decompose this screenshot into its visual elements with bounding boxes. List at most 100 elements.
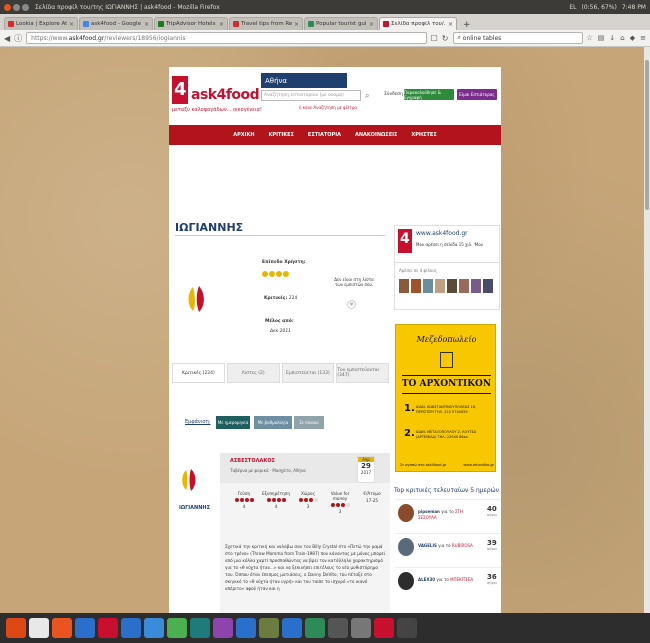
tab-close-icon[interactable]: × xyxy=(448,21,453,28)
launcher-app-icon[interactable] xyxy=(213,618,233,638)
review-author-name[interactable]: ΙΩΓΙΑΝΝΗΣ xyxy=(179,505,210,511)
menu-item[interactable]: ΕΣΤΙΑΤΟΡΙΑ xyxy=(308,132,341,138)
window-maximize-button[interactable] xyxy=(22,3,29,11)
browser-tab[interactable]: Lookia | Explore At... × xyxy=(4,17,78,30)
profile-tab[interactable]: Εμπιστεύεται (133) xyxy=(281,363,335,383)
launcher-app-icon[interactable] xyxy=(236,618,256,638)
menu-item[interactable]: ΚΡΙΤΙΚΕΣ xyxy=(269,132,294,138)
window-minimize-button[interactable] xyxy=(13,3,20,11)
menu-item[interactable]: ΑΝΑΚΟΙΝΩΣΕΙΣ xyxy=(355,132,397,138)
filter-button[interactable]: Με βαθμολογία xyxy=(254,416,292,429)
menu-item[interactable]: ΑΡΧΙΚΗ xyxy=(233,132,254,138)
fan-face-icon[interactable] xyxy=(483,279,493,293)
top-review-item[interactable]: pipseman για το ΣΤΗ ΣΕΣΟΥΛΑ 40 ψήφοι xyxy=(395,499,501,529)
launcher-app-icon[interactable] xyxy=(190,618,210,638)
top-review-place[interactable]: ΜΠΕΚΙΤΣΕΑ xyxy=(450,577,473,582)
owners-button[interactable]: Είμαι Εστιάτορας xyxy=(457,89,497,100)
profile-tab[interactable]: Τον εμπιστεύονται (347) xyxy=(336,363,389,383)
top-review-place[interactable]: RUBIROSA xyxy=(452,543,473,548)
launcher-app-icon[interactable] xyxy=(98,618,118,638)
top-review-user[interactable]: VAGELIS xyxy=(418,543,437,548)
reviewer-avatar[interactable] xyxy=(398,572,414,590)
fan-face-icon[interactable] xyxy=(423,279,433,293)
advertisement-banner[interactable]: Μεζεδοπωλείο ΤΟ ΑΡΧΟΝΤΙΚΟΝ 1. ΙΩΑΝ. ΚΩΝΣ… xyxy=(395,324,496,472)
fan-face-icon[interactable] xyxy=(459,279,469,293)
launcher-app-icon[interactable] xyxy=(29,618,49,638)
bookmarks-menu-icon[interactable]: ▤ xyxy=(598,34,605,42)
launcher-app-icon[interactable] xyxy=(121,618,141,638)
login-link[interactable]: Σύνδεση xyxy=(384,92,403,97)
tab-close-icon[interactable]: × xyxy=(219,21,224,28)
info-icon[interactable]: ⓘ xyxy=(14,33,22,44)
launcher-app-icon[interactable] xyxy=(144,618,164,638)
launcher-app-icon[interactable] xyxy=(374,618,394,638)
rating-dot-icon xyxy=(244,498,249,502)
fan-face-icon[interactable] xyxy=(411,279,421,293)
restaurant-search-input[interactable]: Αναζήτηση εστιατορίου (με ονομα) xyxy=(261,90,361,101)
launcher-app-icon[interactable] xyxy=(167,618,187,638)
menu-item[interactable]: ΧΡΗΣΤΕΣ xyxy=(411,132,436,138)
register-button[interactable]: Παρακολούθησε & Εγγραφή xyxy=(404,89,454,100)
clock[interactable]: 7:48 PM xyxy=(622,4,646,11)
fan-face-icon[interactable] xyxy=(447,279,457,293)
reader-view-icon[interactable]: ☐ xyxy=(431,34,438,43)
tab-close-icon[interactable]: × xyxy=(369,21,374,28)
browser-tab[interactable]: Σελίδα προφίλ του/... × xyxy=(379,17,457,30)
launcher-app-icon[interactable] xyxy=(282,618,302,638)
shield-icon[interactable]: ◆ xyxy=(630,34,635,42)
battery-indicator[interactable]: (0:56, 67%) xyxy=(582,4,617,11)
fb-page-name[interactable]: www.ask4food.gr xyxy=(416,230,468,237)
site-logo-text[interactable]: ask4food xyxy=(191,87,260,103)
fan-face-icon[interactable] xyxy=(399,279,409,293)
filter-button[interactable]: Σε πίνακα xyxy=(294,416,324,429)
ask4food-fb-logo-icon[interactable] xyxy=(398,229,412,253)
reviewer-avatar[interactable] xyxy=(398,504,414,522)
browser-tab[interactable]: ask4food - Google S...× xyxy=(79,17,153,30)
home-icon[interactable]: ⌂ xyxy=(620,34,624,42)
trust-heart-icon[interactable]: ♥ xyxy=(347,300,356,309)
fb-like-button[interactable]: Μου αρέσει η σελίδα 15 χιλ. 'Μου xyxy=(416,242,483,247)
title-divider xyxy=(175,235,385,236)
filter-button[interactable]: Με ημερομηνία xyxy=(216,416,250,429)
launcher-app-icon[interactable] xyxy=(75,618,95,638)
download-icon[interactable]: ↓ xyxy=(609,34,615,42)
review-restaurant-link[interactable]: ΑΣΒΕΣΤΟΛΑΚΟΣ xyxy=(230,458,275,464)
tab-close-icon[interactable]: × xyxy=(69,21,74,28)
ask4food-logo-icon[interactable] xyxy=(172,76,188,104)
launcher-app-icon[interactable] xyxy=(351,618,371,638)
top-review-user[interactable]: pipseman xyxy=(418,509,440,514)
browser-tab[interactable]: TripAdvisor Hotels ... × xyxy=(154,17,228,30)
search-icon[interactable]: ⌕ xyxy=(365,91,369,101)
launcher-app-icon[interactable] xyxy=(6,618,26,638)
input-method-indicator[interactable]: EL xyxy=(569,4,576,11)
fan-face-icon[interactable] xyxy=(471,279,481,293)
browser-tab[interactable]: Popular tourist gui... × xyxy=(304,17,378,30)
top-review-user[interactable]: ALEX30 xyxy=(418,577,435,582)
menu-icon[interactable]: ≡ xyxy=(640,34,646,42)
launcher-app-icon[interactable] xyxy=(305,618,325,638)
url-bar[interactable]: https://www. ask4food.gr/reviewers/18956/… xyxy=(26,32,427,44)
top-review-item[interactable]: VAGELIS για το RUBIROSA 39 ψήφοι xyxy=(395,533,501,563)
bookmark-star-icon[interactable]: ☆ xyxy=(587,34,593,42)
top-review-item[interactable]: ALEX30 για το ΜΠΕΚΙΤΣΕΑ 36 ψήφοι xyxy=(395,567,501,597)
back-arrow-icon[interactable]: ◀ xyxy=(4,34,10,43)
launcher-app-icon[interactable] xyxy=(328,618,348,638)
browser-search-box[interactable]: ⌕ online tables xyxy=(452,32,583,44)
reviewer-avatar[interactable] xyxy=(398,538,414,556)
tab-close-icon[interactable]: × xyxy=(294,21,299,28)
launcher-app-icon[interactable] xyxy=(52,618,72,638)
profile-tab[interactable]: Κριτικές (224) xyxy=(172,363,225,383)
launcher-app-icon[interactable] xyxy=(397,618,417,638)
advanced-search-link[interactable]: ή κάνε Αναζήτηση με φίλτρα xyxy=(299,105,357,110)
city-select[interactable]: Αθήνα xyxy=(261,73,347,88)
reload-icon[interactable]: ↻ xyxy=(442,34,449,43)
new-tab-icon[interactable]: + xyxy=(458,20,476,30)
ad-footer: Σε αγαπώ στο ask4food.gr www.arhontiko.g… xyxy=(400,463,494,467)
window-close-button[interactable] xyxy=(4,3,11,11)
scrollbar-thumb[interactable] xyxy=(645,60,649,210)
fan-face-icon[interactable] xyxy=(435,279,445,293)
profile-tab[interactable]: Λίστες (2) xyxy=(226,363,280,383)
browser-tab[interactable]: Travel tips from Re...× xyxy=(229,17,303,30)
tab-close-icon[interactable]: × xyxy=(144,21,149,28)
launcher-app-icon[interactable] xyxy=(259,618,279,638)
